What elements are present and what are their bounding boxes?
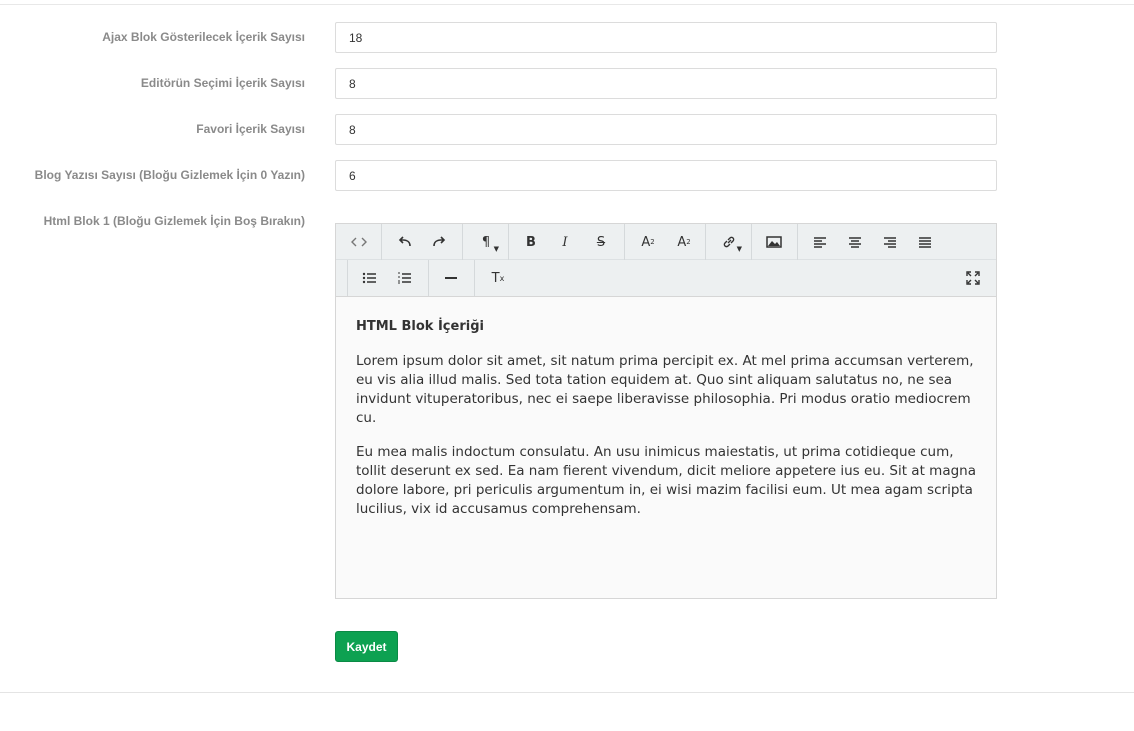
align-justify-icon[interactable] <box>908 224 942 260</box>
blog-count-label: Blog Yazısı Sayısı (Bloğu Gizlemek İçin … <box>34 168 305 182</box>
favorite-count-label: Favori İçerik Sayısı <box>196 122 305 136</box>
toolbar-separator <box>624 224 625 260</box>
toolbar-separator <box>347 260 348 296</box>
code-view-icon[interactable] <box>342 224 376 260</box>
top-divider <box>0 4 1134 5</box>
editor-content-area[interactable]: HTML Blok İçeriği Lorem ipsum dolor sit … <box>336 297 996 554</box>
clear-formatting-icon[interactable]: Tx <box>481 260 515 296</box>
toolbar-separator <box>428 260 429 296</box>
toolbar-separator <box>381 224 382 260</box>
italic-icon[interactable]: I <box>548 224 582 260</box>
toolbar-separator <box>462 224 463 260</box>
align-center-icon[interactable] <box>838 224 872 260</box>
favorite-count-input[interactable] <box>335 114 997 145</box>
link-icon[interactable]: ▼ <box>712 224 746 260</box>
horizontal-line-icon[interactable] <box>434 260 468 296</box>
toolbar-separator <box>797 224 798 260</box>
superscript-icon[interactable]: A2 <box>631 224 665 260</box>
toolbar-separator <box>751 224 752 260</box>
toolbar-separator <box>508 224 509 260</box>
redo-icon[interactable] <box>422 224 456 260</box>
ajax-count-input[interactable] <box>335 22 997 53</box>
image-icon[interactable] <box>757 224 791 260</box>
bottom-divider <box>0 692 1134 693</box>
ordered-list-icon[interactable] <box>388 260 422 296</box>
editor-choice-label: Editörün Seçimi İçerik Sayısı <box>140 76 305 90</box>
toolbar-row-1: ¶ ▼ B I S A2 A2 ▼ <box>336 224 996 260</box>
align-left-icon[interactable] <box>803 224 837 260</box>
bold-icon[interactable]: B <box>514 224 548 260</box>
unordered-list-icon[interactable] <box>353 260 387 296</box>
rich-text-editor: ¶ ▼ B I S A2 A2 ▼ T x HTML Blok İçeriği … <box>335 223 997 599</box>
editor-heading: HTML Blok İçeriği <box>356 319 484 334</box>
editor-choice-input[interactable] <box>335 68 997 99</box>
fullscreen-icon[interactable] <box>956 260 990 296</box>
html-block-label: Html Blok 1 (Bloğu Gizlemek İçin Boş Bır… <box>43 214 305 228</box>
save-button[interactable]: Kaydet <box>335 631 398 662</box>
editor-paragraph: Eu mea malis indoctum consulatu. An usu … <box>356 444 976 517</box>
subscript-icon[interactable]: A2 <box>667 224 701 260</box>
blog-count-input[interactable] <box>335 160 997 191</box>
undo-icon[interactable] <box>388 224 422 260</box>
strikethrough-icon[interactable]: S <box>584 224 618 260</box>
toolbar-row-2: Tx <box>336 260 996 296</box>
paragraph-format-icon[interactable]: ¶ ▼ <box>469 224 503 260</box>
editor-toolbar: ¶ ▼ B I S A2 A2 ▼ T x <box>336 224 996 297</box>
toolbar-separator <box>705 224 706 260</box>
align-right-icon[interactable] <box>873 224 907 260</box>
ajax-count-label: Ajax Blok Gösterilecek İçerik Sayısı <box>102 30 305 44</box>
editor-paragraph: Lorem ipsum dolor sit amet, sit natum pr… <box>356 353 974 426</box>
toolbar-separator <box>474 260 475 296</box>
